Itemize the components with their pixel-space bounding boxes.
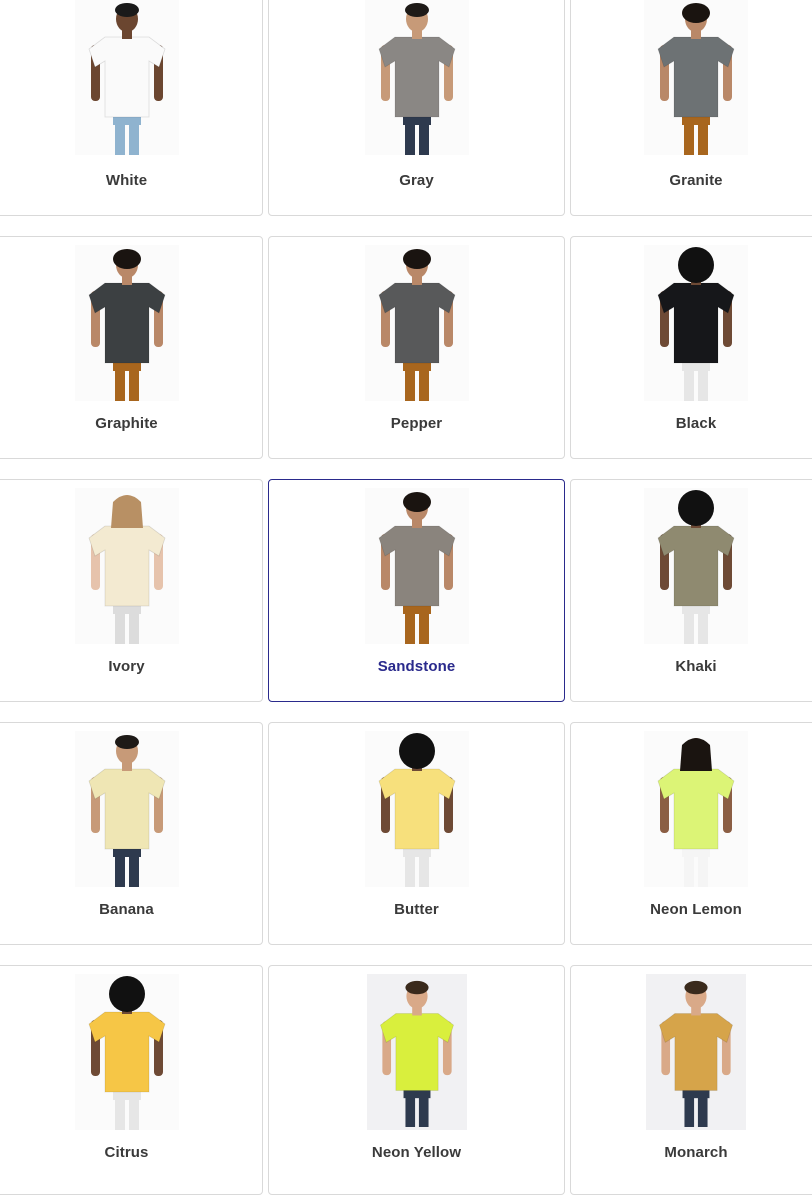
tshirt-model-figure (88, 495, 165, 644)
model-photo-banana (74, 731, 179, 887)
tshirt-model-figure (378, 733, 455, 887)
tshirt-model-figure (378, 249, 455, 401)
model-photo-white (74, 0, 179, 155)
swatch-label: Graphite (95, 415, 158, 432)
model-photo-gray (364, 0, 469, 155)
swatch-label: Citrus (104, 1144, 149, 1161)
model-photo-pepper (364, 245, 469, 401)
model-photo-butter (364, 731, 469, 887)
swatch-card-black[interactable]: Black (570, 236, 812, 459)
tshirt-model-figure (88, 3, 165, 155)
swatch-label: Neon Lemon (650, 901, 742, 918)
tshirt-model-figure (88, 976, 165, 1130)
model-photo-black (644, 245, 748, 401)
swatch-label: Gray (399, 172, 434, 189)
model-photo-sandstone (364, 488, 469, 644)
swatch-card-neon-lemon[interactable]: Neon Lemon (570, 722, 812, 945)
tshirt-model-figure (657, 738, 735, 887)
tshirt-model-figure (657, 490, 735, 644)
tshirt-model-figure (657, 247, 735, 401)
swatch-card-granite[interactable]: Granite (570, 0, 812, 216)
color-swatch-grid: White Gray Granite Graphite Pepper Black… (0, 0, 812, 1195)
swatch-card-khaki[interactable]: Khaki (570, 479, 812, 702)
tshirt-model-figure (378, 3, 455, 155)
swatch-label: Granite (669, 172, 723, 189)
swatch-label: White (105, 172, 148, 189)
swatch-card-citrus[interactable]: Citrus (0, 965, 263, 1195)
swatch-card-neon-yellow[interactable]: Neon Yellow (268, 965, 565, 1195)
model-photo-neon-yellow (366, 974, 467, 1130)
model-photo-ivory (74, 488, 179, 644)
swatch-card-graphite[interactable]: Graphite (0, 236, 263, 459)
swatch-card-banana[interactable]: Banana (0, 722, 263, 945)
model-photo-monarch (646, 974, 746, 1130)
swatch-card-pepper[interactable]: Pepper (268, 236, 565, 459)
swatch-card-monarch[interactable]: Monarch (570, 965, 812, 1195)
tshirt-model-figure (659, 980, 733, 1127)
swatch-label: Banana (99, 901, 154, 918)
model-photo-khaki (644, 488, 748, 644)
model-photo-graphite (74, 245, 179, 401)
swatch-label: Khaki (675, 658, 717, 675)
tshirt-model-figure (88, 249, 165, 401)
model-photo-citrus (74, 974, 179, 1130)
tshirt-model-figure (379, 980, 454, 1127)
swatch-label: Ivory (108, 658, 145, 675)
swatch-label: Pepper (390, 415, 443, 432)
model-photo-granite (644, 0, 748, 155)
swatch-label: Butter (394, 901, 439, 918)
tshirt-model-figure (378, 492, 455, 644)
swatch-card-white[interactable]: White (0, 0, 263, 216)
model-photo-neon-lemon (644, 731, 748, 887)
swatch-card-gray[interactable]: Gray (268, 0, 565, 216)
tshirt-model-figure (657, 3, 735, 155)
swatch-label: Neon Yellow (371, 1144, 462, 1161)
swatch-label: Black (675, 415, 717, 432)
swatch-label: Sandstone (377, 658, 456, 675)
tshirt-model-figure (88, 735, 165, 887)
swatch-label: Monarch (664, 1144, 728, 1161)
swatch-card-sandstone[interactable]: Sandstone (268, 479, 565, 702)
swatch-card-ivory[interactable]: Ivory (0, 479, 263, 702)
swatch-card-butter[interactable]: Butter (268, 722, 565, 945)
